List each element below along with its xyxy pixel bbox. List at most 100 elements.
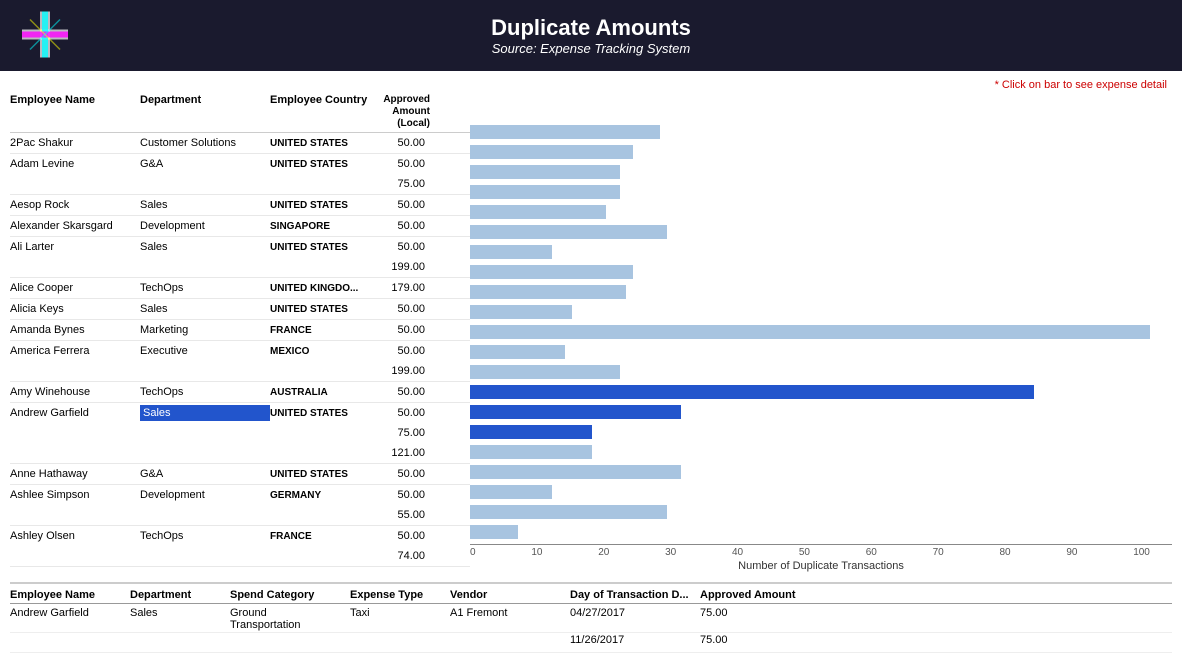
header-country: Employee Country bbox=[270, 94, 370, 130]
bar-row[interactable] bbox=[470, 282, 1172, 302]
bar-row[interactable] bbox=[470, 182, 1172, 202]
bar-row[interactable] bbox=[470, 442, 1172, 462]
amount-cell: 50.00 bbox=[370, 220, 430, 232]
bar[interactable] bbox=[470, 505, 667, 519]
bar-row-group bbox=[470, 322, 1172, 362]
table-row[interactable]: 2Pac ShakurCustomer SolutionsUNITED STAT… bbox=[10, 133, 470, 154]
emp-name-cell: Amanda Bynes bbox=[10, 324, 140, 336]
bar-row-group bbox=[470, 382, 1172, 442]
bar[interactable] bbox=[470, 125, 660, 139]
bar-wrap bbox=[470, 305, 1150, 319]
table-row[interactable]: Amy WinehouseTechOpsAUSTRALIA50.00 bbox=[10, 382, 470, 403]
data-row: 199.00 bbox=[10, 361, 470, 381]
data-row: Alicia KeysSalesUNITED STATES50.00 bbox=[10, 299, 470, 319]
amount-cell: 199.00 bbox=[370, 261, 430, 273]
table-row[interactable]: Alexander SkarsgardDevelopmentSINGAPORE5… bbox=[10, 216, 470, 237]
bar[interactable] bbox=[470, 245, 552, 259]
bar-wrap bbox=[470, 285, 1150, 299]
header-emp-name: Employee Name bbox=[10, 94, 140, 130]
amount-cell: 199.00 bbox=[370, 365, 430, 377]
amount-cell: 50.00 bbox=[370, 137, 430, 149]
x-axis-labels: 0102030405060708090100 bbox=[470, 545, 1150, 558]
bar-row[interactable] bbox=[470, 522, 1172, 542]
data-row: Alice CooperTechOpsUNITED KINGDO...179.0… bbox=[10, 278, 470, 298]
bar[interactable] bbox=[470, 345, 565, 359]
bar-row[interactable] bbox=[470, 422, 1172, 442]
main-content: * Click on bar to see expense detail Emp… bbox=[0, 71, 1182, 658]
bar[interactable] bbox=[470, 185, 620, 199]
country-cell: UNITED STATES bbox=[270, 138, 370, 149]
table-row[interactable]: Anne HathawayG&AUNITED STATES50.00 bbox=[10, 464, 470, 485]
bar-row[interactable] bbox=[470, 482, 1172, 502]
bar[interactable] bbox=[470, 145, 633, 159]
country-cell: GERMANY bbox=[270, 490, 370, 501]
bar[interactable] bbox=[470, 305, 572, 319]
bar-row[interactable] bbox=[470, 122, 1172, 142]
bar-row[interactable] bbox=[470, 462, 1172, 482]
table-row[interactable]: Adam LevineG&AUNITED STATES50.0075.00 bbox=[10, 154, 470, 195]
bar-row[interactable] bbox=[470, 262, 1172, 282]
table-row[interactable]: Aesop RockSalesUNITED STATES50.00 bbox=[10, 195, 470, 216]
bar-row[interactable] bbox=[470, 162, 1172, 182]
bar-row-group bbox=[470, 462, 1172, 502]
bar-row[interactable] bbox=[470, 342, 1172, 362]
bar-row[interactable] bbox=[470, 382, 1172, 402]
bar[interactable] bbox=[470, 225, 667, 239]
bar-wrap bbox=[470, 465, 1150, 479]
table-row[interactable]: America FerreraExecutiveMEXICO50.00199.0… bbox=[10, 341, 470, 382]
amount-cell: 50.00 bbox=[370, 489, 430, 501]
table-row[interactable]: Alicia KeysSalesUNITED STATES50.00 bbox=[10, 299, 470, 320]
x-axis-tick: 90 bbox=[1066, 547, 1077, 558]
bar-row[interactable] bbox=[470, 302, 1172, 322]
amount-cell: 50.00 bbox=[370, 407, 430, 419]
amount-cell: 75.00 bbox=[370, 178, 430, 190]
bar-row[interactable] bbox=[470, 402, 1172, 422]
bar[interactable] bbox=[470, 165, 620, 179]
table-row[interactable]: Ashley OlsenTechOpsFRANCE50.0074.00 bbox=[10, 526, 470, 567]
bar[interactable] bbox=[470, 365, 620, 379]
bar[interactable] bbox=[470, 405, 681, 419]
bar-row[interactable] bbox=[470, 222, 1172, 242]
data-row: 74.00 bbox=[10, 546, 470, 566]
bar[interactable] bbox=[470, 465, 681, 479]
bar[interactable] bbox=[470, 285, 626, 299]
table-row[interactable]: Andrew GarfieldSalesUNITED STATES50.0075… bbox=[10, 403, 470, 464]
bar-row-group bbox=[470, 122, 1172, 142]
bar-row-group bbox=[470, 502, 1172, 542]
bar-row[interactable] bbox=[470, 142, 1172, 162]
dept-cell: Customer Solutions bbox=[140, 137, 270, 149]
x-axis-tick: 20 bbox=[598, 547, 609, 558]
bar[interactable] bbox=[470, 205, 606, 219]
bar-row[interactable] bbox=[470, 362, 1172, 382]
table-row[interactable]: Ali LarterSalesUNITED STATES50.00199.00 bbox=[10, 237, 470, 278]
dept-cell: G&A bbox=[140, 158, 270, 170]
dept-cell: G&A bbox=[140, 468, 270, 480]
amount-cell: 121.00 bbox=[370, 447, 430, 459]
bar-wrap bbox=[470, 525, 1150, 539]
table-row[interactable]: Ashlee SimpsonDevelopmentGERMANY50.0055.… bbox=[10, 485, 470, 526]
data-row: Ashlee SimpsonDevelopmentGERMANY50.00 bbox=[10, 485, 470, 505]
bar-row[interactable] bbox=[470, 242, 1172, 262]
bar-row[interactable] bbox=[470, 502, 1172, 522]
bar-row-group bbox=[470, 302, 1172, 322]
detail-header-cell: Approved Amount bbox=[700, 589, 800, 601]
bar-row[interactable] bbox=[470, 202, 1172, 222]
bar-wrap bbox=[470, 165, 1150, 179]
bar[interactable] bbox=[470, 325, 1150, 339]
bar[interactable] bbox=[470, 265, 633, 279]
table-row[interactable]: Amanda BynesMarketingFRANCE50.00 bbox=[10, 320, 470, 341]
data-row: 75.00 bbox=[10, 423, 470, 443]
data-table: Employee Name Department Employee Countr… bbox=[10, 94, 470, 572]
chart-container: Employee Name Department Employee Countr… bbox=[10, 94, 1172, 572]
emp-name-cell: Alexander Skarsgard bbox=[10, 220, 140, 232]
table-row[interactable]: Alice CooperTechOpsUNITED KINGDO...179.0… bbox=[10, 278, 470, 299]
bar[interactable] bbox=[470, 525, 518, 539]
bar-row[interactable] bbox=[470, 322, 1172, 342]
bar[interactable] bbox=[470, 445, 592, 459]
header-amount: Approved Amount(Local) bbox=[370, 94, 430, 130]
bar-wrap bbox=[470, 365, 1150, 379]
bar[interactable] bbox=[470, 485, 552, 499]
detail-header-cell: Vendor bbox=[450, 589, 570, 601]
bar[interactable] bbox=[470, 425, 592, 439]
bar[interactable] bbox=[470, 385, 1034, 399]
